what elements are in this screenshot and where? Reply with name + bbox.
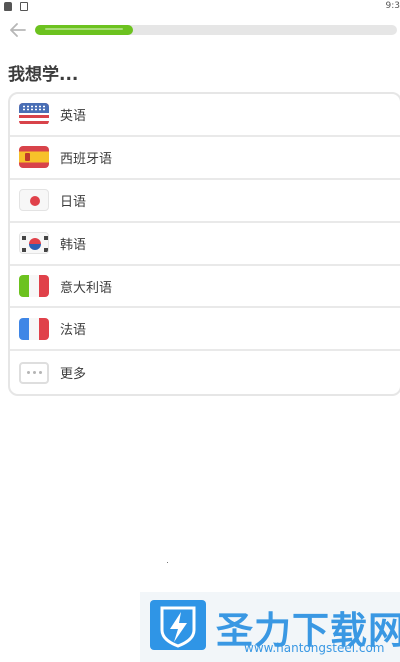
language-option-italian[interactable]: 意大利语 [10, 266, 400, 309]
back-button[interactable] [8, 20, 28, 40]
language-label: 法语 [60, 323, 87, 339]
language-label: 意大利语 [60, 280, 113, 296]
language-option-spanish[interactable]: 西班牙语 [10, 137, 400, 180]
language-label: 西班牙语 [60, 151, 113, 167]
top-bar [0, 18, 400, 44]
japan-flag-icon [19, 189, 49, 212]
progress-highlight [45, 28, 123, 30]
language-label: 日语 [60, 194, 87, 210]
language-option-korean[interactable]: 韩语 [10, 223, 400, 266]
language-label: 韩语 [60, 237, 87, 253]
lightning-shield-icon [150, 600, 206, 650]
status-bar: 9:3 [0, 0, 400, 14]
arrow-left-icon [10, 23, 26, 37]
artifact-dot [167, 562, 168, 563]
language-label: 更多 [60, 367, 87, 383]
more-dots-icon [19, 361, 49, 384]
watermark-url: www.hantongsteel.com [244, 641, 385, 655]
language-label: 英语 [60, 108, 87, 124]
page-title: 我想学... [8, 65, 79, 85]
korea-flag-icon [19, 232, 49, 255]
us-flag-icon [19, 103, 49, 126]
language-list: 英语 西班牙语 日语 韩语 意大利语 法语 更多 [8, 92, 400, 397]
app-icon [20, 2, 28, 11]
lesson-progress-bar [35, 25, 397, 35]
watermark: 圣力下载网 www.hantongsteel.com [140, 592, 400, 662]
language-option-japanese[interactable]: 日语 [10, 180, 400, 223]
progress-fill [35, 25, 133, 35]
language-option-french[interactable]: 法语 [10, 308, 400, 352]
france-flag-icon [19, 317, 49, 340]
status-time: 9:3 [385, 1, 400, 11]
notification-icon [4, 2, 12, 11]
italy-flag-icon [19, 275, 49, 297]
language-option-english[interactable]: 英语 [10, 94, 400, 137]
spain-flag-icon [19, 146, 49, 169]
language-option-more[interactable]: 更多 [10, 351, 400, 394]
